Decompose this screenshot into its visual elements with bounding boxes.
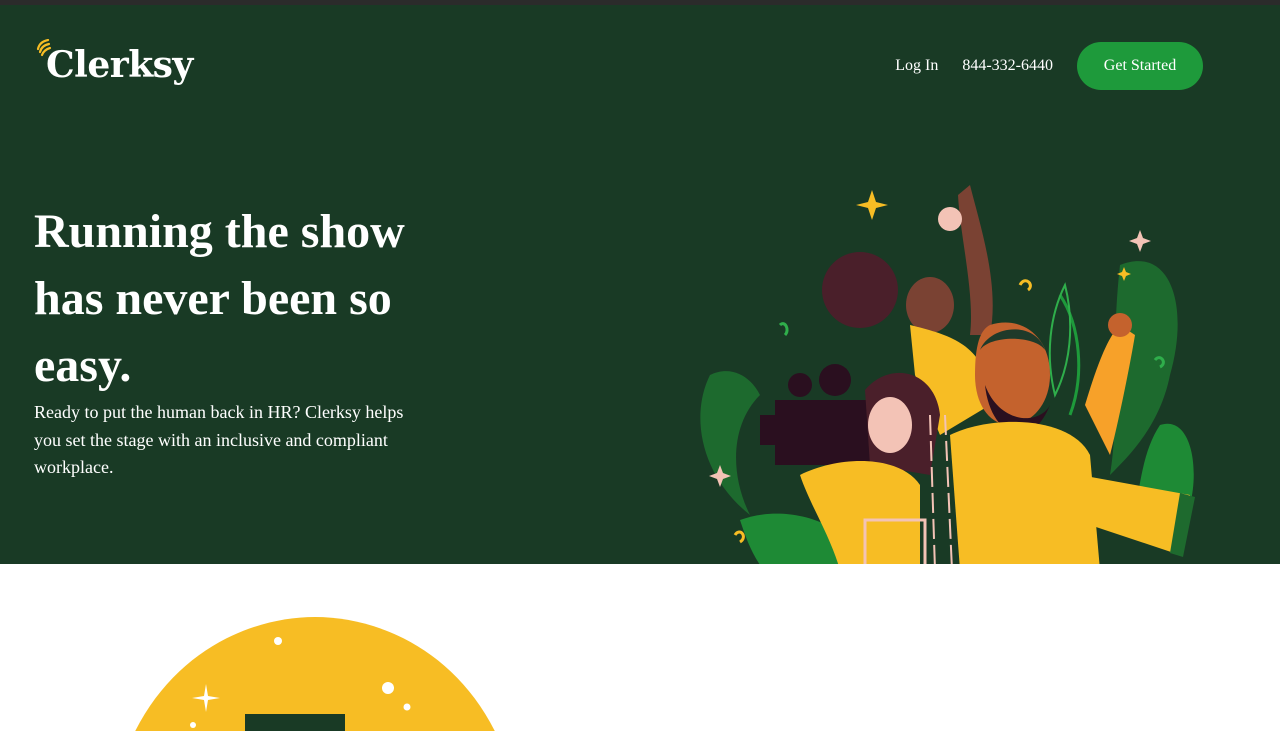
logo-arc-icon xyxy=(34,38,52,69)
top-nav: Log In 844-332-6440 Get Started xyxy=(895,42,1203,90)
brand-logo[interactable]: Clerksy xyxy=(34,38,193,86)
get-started-button[interactable]: Get Started xyxy=(1077,42,1203,90)
hero-headline: Running the show has never been so easy. xyxy=(34,205,405,392)
login-link[interactable]: Log In xyxy=(895,57,938,75)
film-crew-illustration xyxy=(690,175,1210,564)
yellow-dome-illustration xyxy=(130,612,500,731)
next-section xyxy=(0,564,1280,731)
phone-link[interactable]: 844-332-6440 xyxy=(962,57,1053,75)
hero-section: Clerksy Log In 844-332-6440 Get Started … xyxy=(0,5,1280,564)
brand-name: Clerksy xyxy=(46,44,193,86)
hero-subtext: Ready to put the human back in HR? Clerk… xyxy=(34,402,404,477)
